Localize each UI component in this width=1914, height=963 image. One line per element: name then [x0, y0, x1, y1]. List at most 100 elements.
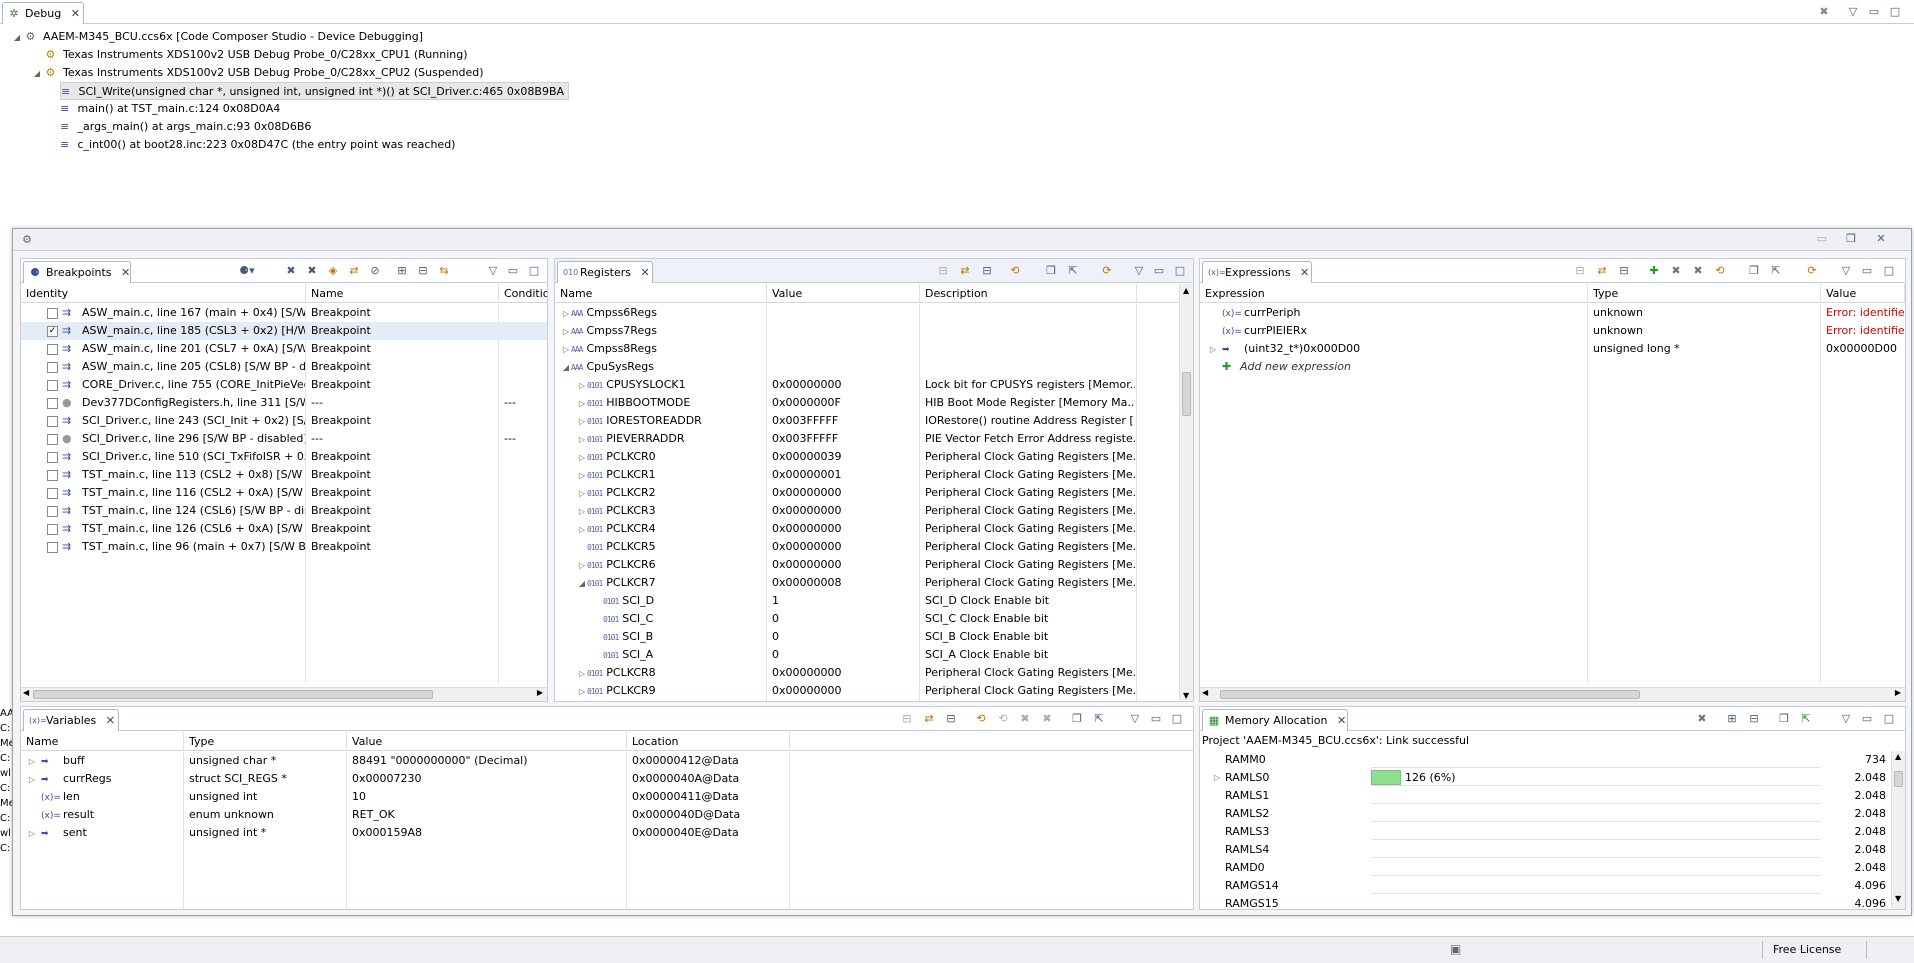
register-value[interactable]: 0x00000000 — [772, 484, 917, 502]
tab-registers[interactable]: 010 Registers ✕ — [557, 261, 653, 283]
new-view-icon[interactable]: ❐ — [1069, 712, 1085, 726]
expressions-hscrollbar[interactable]: ◀ ▶ — [1200, 687, 1905, 701]
view-menu-icon[interactable]: ▽ — [1838, 264, 1854, 278]
register-value[interactable] — [772, 304, 917, 322]
remove-icon[interactable]: ✖ — [1694, 712, 1710, 726]
expand-toggle-icon[interactable]: ▷ — [1208, 341, 1218, 358]
tab-expressions[interactable]: (x)= Expressions ✕ — [1202, 261, 1312, 283]
table-row[interactable]: RAMD0 2.048 — [1200, 859, 1890, 877]
continuous-refresh-icon[interactable]: ⟳ — [1804, 264, 1820, 278]
stack-frame-row[interactable]: ≡ c_int00() at boot28.inc:223 0x08D47C (… — [60, 136, 455, 154]
register-value[interactable]: 0x00000000 — [772, 502, 917, 520]
link-icon[interactable]: ⇄ — [346, 264, 362, 278]
remove-icon[interactable]: ✖ — [1668, 264, 1684, 278]
breakpoint-checkbox[interactable] — [47, 523, 58, 535]
table-row[interactable]: ▷ 0101 PCLKCR3 0x00000000 Peripheral Clock G… — [555, 502, 1179, 520]
close-icon[interactable]: ✕ — [106, 710, 115, 732]
table-row[interactable]: 0101 SCI_B 0 SCI_B Clock Enable bit — [555, 628, 1179, 646]
expand-toggle-icon[interactable]: ▷ — [577, 557, 587, 574]
expression-value[interactable]: Error: identifie — [1826, 304, 1905, 322]
breakpoint-checkbox[interactable] — [47, 397, 58, 409]
tab-debug[interactable]: ✲ Debug ✕ — [2, 2, 84, 24]
pin-icon[interactable]: ⇱ — [1798, 712, 1814, 726]
view-menu-icon[interactable]: ▽ — [1845, 5, 1861, 19]
breakpoint-checkbox[interactable] — [47, 361, 58, 373]
register-value[interactable]: 0x0000000F — [772, 394, 917, 412]
breakpoint-checkbox[interactable] — [47, 487, 58, 499]
tab-breakpoints[interactable]: ⚈ Breakpoints ✕ — [23, 261, 131, 283]
table-row[interactable]: ⇉ TST_main.c, line 124 (CSL6) [S/W BP - d… — [21, 502, 547, 520]
expand-all-icon[interactable]: ⊞ — [394, 264, 410, 278]
register-value[interactable]: 0x00000000 — [772, 538, 917, 556]
table-row[interactable]: ⇉ SCI_Driver.c, line 510 (SCI_TxFifoISR +… — [21, 448, 547, 466]
remove-icon[interactable]: ✖ — [283, 264, 299, 278]
table-row[interactable]: ⇉ SCI_Driver.c, line 243 (SCI_Init + 0x2)… — [21, 412, 547, 430]
table-row[interactable]: ▷ 0101 PCLKCR4 0x00000000 Peripheral Clock G… — [555, 520, 1179, 538]
close-icon[interactable]: ✕ — [1300, 262, 1309, 284]
view-menu-icon[interactable]: ▽ — [1131, 264, 1147, 278]
variable-value[interactable]: 0x000159A8 — [352, 824, 624, 842]
column-name[interactable]: Name — [555, 284, 767, 303]
table-row[interactable]: ⇉ TST_main.c, line 126 (CSL6 + 0xA) [S/W … — [21, 520, 547, 538]
table-row[interactable]: ◢ 0101 PCLKCR7 0x00000008 Peripheral Clock G… — [555, 574, 1179, 592]
table-row[interactable]: ▷ ➡ buff unsigned char * 88491 "0000000000" … — [21, 752, 1193, 770]
new-view-icon[interactable]: ❐ — [1776, 712, 1792, 726]
table-row[interactable]: ◢ AAA CpuSysRegs — [555, 358, 1179, 376]
minimize-icon[interactable]: ▭ — [1866, 5, 1882, 19]
minimize-icon[interactable]: ▭ — [1148, 712, 1164, 726]
maximize-icon[interactable]: □ — [1881, 712, 1897, 726]
table-row[interactable]: ▷ AAA Cmpss7Regs — [555, 322, 1179, 340]
column-expression[interactable]: Expression — [1200, 284, 1588, 303]
free-license-label[interactable]: Free License — [1773, 943, 1841, 956]
expand-toggle-icon[interactable]: ▷ — [561, 341, 571, 358]
table-row[interactable]: ⇉ ASW_main.c, line 205 (CSL8) [S/W BP - d… — [21, 358, 547, 376]
debug-cpu1-row[interactable]: ⚙ Texas Instruments XDS100v2 USB Debug P… — [32, 46, 468, 64]
breakpoint-checkbox[interactable] — [47, 505, 58, 517]
continuous-refresh-icon[interactable]: ⟳ — [1099, 264, 1115, 278]
collapse-all-icon[interactable]: ⊟ — [943, 712, 959, 726]
expand-toggle-icon[interactable]: ▷ — [577, 521, 587, 538]
register-value[interactable] — [772, 358, 917, 376]
remove-all-icon[interactable]: ✖ — [304, 264, 320, 278]
table-row[interactable]: ▷ ➡ currRegs struct SCI_REGS * 0x00007230 0x0… — [21, 770, 1193, 788]
table-row[interactable]: (x)= currPIEIERx unknown Error: identifie — [1200, 322, 1905, 340]
minimize-icon[interactable]: ▭ — [1859, 264, 1875, 278]
stack-frame-row[interactable]: ≡ _args_main() at args_main.c:93 0x08D6B… — [60, 118, 311, 136]
register-value[interactable]: 0x00000000 — [772, 520, 917, 538]
breakpoint-checkbox[interactable] — [47, 541, 58, 553]
collapse-toggle-icon[interactable]: ◢ — [32, 65, 42, 83]
add-expression-row[interactable]: ✚ Add new expression — [1200, 358, 1905, 376]
tab-variables[interactable]: (x)= Variables ✕ — [23, 709, 119, 731]
breakpoint-checkbox[interactable]: ✓ — [47, 325, 58, 337]
register-value[interactable]: 0 — [772, 628, 917, 646]
table-row[interactable]: ● Dev377DConfigRegisters.h, line 311 [S/W… — [21, 394, 547, 412]
register-value[interactable]: 0x00000000 — [772, 556, 917, 574]
table-row[interactable]: ⇉ TST_main.c, line 116 (CSL2 + 0xA) [S/W … — [21, 484, 547, 502]
debug-root-row[interactable]: ◢ ⚙ AAEM-M345_BCU.ccs6x [Code Composer S… — [12, 28, 423, 46]
table-row[interactable]: ▷ 0101 PCLKCR2 0x00000000 Peripheral Clock G… — [555, 484, 1179, 502]
expand-toggle-icon[interactable]: ▷ — [577, 413, 587, 430]
variable-value[interactable]: 0x00007230 — [352, 770, 624, 788]
stack-frame-row[interactable]: ≡ main() at TST_main.c:124 0x08D0A4 — [60, 100, 280, 118]
refresh-icon[interactable]: ⟲ — [1712, 264, 1728, 278]
expression-action-icon[interactable]: ⊟ — [1572, 264, 1588, 278]
view-menu-icon[interactable]: ▽ — [485, 264, 501, 278]
table-row[interactable]: RAMGS14 4.096 — [1200, 877, 1890, 895]
expand-toggle-icon[interactable]: ▷ — [27, 771, 37, 788]
expand-toggle-icon[interactable]: ▷ — [577, 449, 587, 466]
table-row[interactable]: ▷ 0101 PIEVERRADDR 0x003FFFFF PIE Vector Fet… — [555, 430, 1179, 448]
table-row[interactable]: ▷ 0101 PCLKCR9 0x00000000 Peripheral Clock G… — [555, 682, 1179, 700]
table-row[interactable]: ▷ RAMLS0 126 (6%) 2.048 — [1200, 769, 1890, 787]
table-row[interactable]: RAMLS2 2.048 — [1200, 805, 1890, 823]
expression-value[interactable]: 0x00000D00 — [1826, 340, 1905, 358]
refresh-icon[interactable]: ⟲ — [1007, 264, 1023, 278]
table-row[interactable]: ✓ ⇉ ASW_main.c, line 185 (CSL3 + 0x2) [H/W… — [21, 322, 547, 340]
expand-toggle-icon[interactable]: ◢ — [561, 359, 571, 376]
variable-value[interactable]: 88491 "0000000000" (Decimal) — [352, 752, 624, 770]
register-value[interactable]: 1 — [772, 592, 917, 610]
register-value[interactable]: 0x00000039 — [772, 448, 917, 466]
add-expression-icon[interactable]: ✚ — [1646, 264, 1662, 278]
table-row[interactable]: RAMM0 734 — [1200, 751, 1890, 769]
breakpoints-hscrollbar[interactable]: ◀ ▶ — [21, 687, 547, 701]
table-row[interactable]: ⇉ ASW_main.c, line 167 (main + 0x4) [S/W … — [21, 304, 547, 322]
